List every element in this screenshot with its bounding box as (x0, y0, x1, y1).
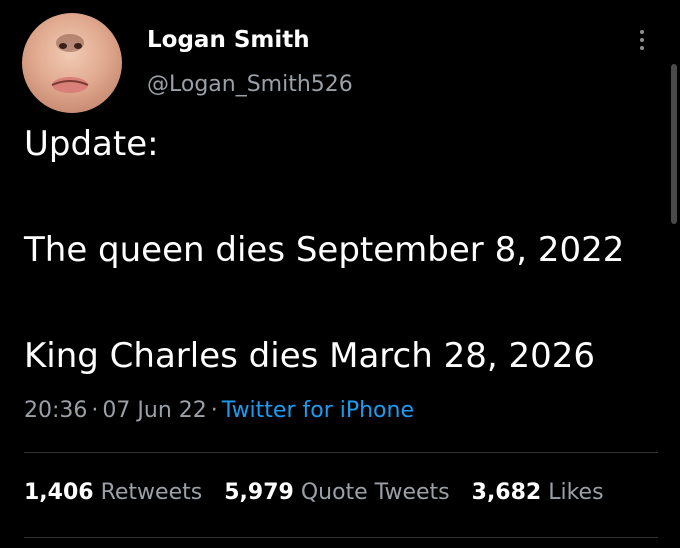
retweets-count: 1,406 (24, 480, 94, 505)
likes-label: Likes (548, 480, 604, 505)
tweet-source-link[interactable]: Twitter for iPhone (222, 398, 414, 423)
display-name[interactable]: Logan Smith (147, 27, 310, 53)
divider (24, 452, 658, 453)
user-handle[interactable]: @Logan_Smith526 (147, 72, 353, 97)
tweet-text-line: Update: (24, 124, 159, 164)
separator: · (210, 398, 218, 423)
tweet-date[interactable]: 07 Jun 22 (102, 398, 206, 423)
separator: · (91, 398, 99, 423)
avatar[interactable] (22, 13, 122, 113)
quote-tweets-count: 5,979 (224, 480, 294, 505)
scrollbar[interactable] (671, 64, 677, 224)
more-options-icon[interactable] (636, 30, 648, 54)
likes-count: 3,682 (471, 480, 542, 505)
tweet-text-line: King Charles dies March 28, 2026 (24, 336, 595, 376)
tweet-stats: 1,406 Retweets 5,979 Quote Tweets 3,682 Li… (24, 480, 626, 505)
likes-stat[interactable]: 3,682 Likes (472, 480, 604, 505)
avatar-face-image (51, 34, 89, 93)
tweet-metadata: 20:36 · 07 Jun 22 · Twitter for iPhone (24, 398, 414, 423)
quote-tweets-label: Quote Tweets (300, 480, 450, 505)
divider (24, 537, 658, 538)
tweet-time[interactable]: 20:36 (24, 398, 87, 423)
tweet-text-line: The queen dies September 8, 2022 (24, 230, 625, 270)
quote-tweets-stat[interactable]: 5,979 Quote Tweets (224, 480, 449, 505)
tweet-detail: Logan Smith @Logan_Smith526 Update: The … (0, 0, 680, 548)
retweets-stat[interactable]: 1,406 Retweets (24, 480, 202, 505)
retweets-label: Retweets (100, 480, 203, 505)
